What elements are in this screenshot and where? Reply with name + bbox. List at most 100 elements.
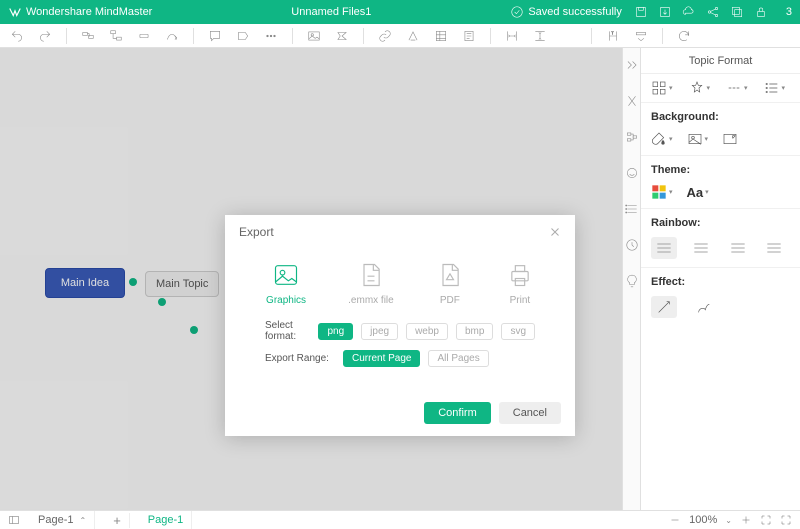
rainbow-opt-3[interactable]	[725, 237, 751, 259]
format-bmp[interactable]: bmp	[456, 323, 493, 340]
print-icon	[506, 261, 534, 289]
status-bar: Page-1 ⌃ + Page-1 100% ⌄	[0, 510, 800, 529]
outline-icon[interactable]	[8, 514, 20, 526]
link-icon[interactable]	[378, 29, 392, 43]
spacing-h-icon[interactable]	[505, 29, 519, 43]
export-tab-graphics[interactable]: Graphics	[266, 261, 306, 306]
watermark-icon[interactable]	[722, 131, 738, 147]
rainbow-opt-2[interactable]	[688, 237, 714, 259]
dropdown-icon[interactable]	[634, 29, 648, 43]
export-icon[interactable]	[658, 5, 672, 19]
page-selector[interactable]: Page-1 ⌃	[30, 511, 95, 529]
relation-icon[interactable]	[165, 29, 179, 43]
background-label: Background:	[651, 111, 790, 123]
notify-badge[interactable]: 3	[786, 6, 792, 18]
tag-icon[interactable]	[236, 29, 250, 43]
side-tabs	[622, 48, 640, 510]
note-icon[interactable]	[462, 29, 476, 43]
theme-label: Theme:	[651, 164, 790, 176]
close-icon[interactable]	[549, 226, 561, 238]
cancel-button[interactable]: Cancel	[499, 402, 561, 424]
modal-title: Export	[239, 225, 274, 239]
formula-icon[interactable]	[335, 29, 349, 43]
range-all[interactable]: All Pages	[428, 350, 488, 367]
list-dropdown[interactable]: ▾	[764, 80, 786, 96]
document-title: Unnamed Files1	[152, 6, 510, 18]
collapse-icon[interactable]	[625, 58, 639, 72]
format-png[interactable]: png	[318, 323, 353, 340]
cloud-icon[interactable]	[682, 5, 696, 19]
theme-font-dropdown[interactable]: Aa▾	[687, 185, 709, 200]
effect-handdrawn[interactable]	[691, 296, 717, 318]
format-webp[interactable]: webp	[406, 323, 448, 340]
pdf-icon	[436, 261, 464, 289]
clipart-icon[interactable]	[625, 202, 639, 216]
rainbow-opt-4[interactable]	[761, 237, 787, 259]
app-name: Wondershare MindMaster	[26, 6, 152, 18]
logo-icon	[8, 5, 22, 19]
zoom-level: 100%	[689, 514, 717, 526]
file-icon	[357, 261, 385, 289]
svg-text:T: T	[611, 30, 614, 35]
rainbow-label: Rainbow:	[651, 217, 790, 229]
spacing-v-icon[interactable]	[533, 29, 547, 43]
more-icon[interactable]	[264, 29, 278, 43]
table-icon[interactable]	[434, 29, 448, 43]
theme-color-icon	[651, 184, 667, 200]
refresh-icon[interactable]	[677, 29, 691, 43]
copy-icon[interactable]	[730, 5, 744, 19]
right-panel: Topic Format ▾ ▾ ▾ ▾ Background: ▾ ▾ The…	[640, 48, 800, 510]
page-tab-1[interactable]: Page-1	[140, 511, 192, 529]
bg-image-dropdown[interactable]: ▾	[687, 131, 709, 147]
rearrange-icon[interactable]	[625, 130, 639, 144]
check-icon	[510, 5, 524, 19]
effect-sketch[interactable]	[651, 296, 677, 318]
toolbar: T	[0, 24, 800, 48]
layout-dropdown[interactable]: ▾	[651, 80, 673, 96]
effect-label: Effect:	[651, 276, 790, 288]
topic-icon[interactable]	[81, 29, 95, 43]
redo-icon[interactable]	[38, 29, 52, 43]
export-modal: Export Graphics .emmx file PDF Print	[225, 215, 575, 436]
fit-icon[interactable]	[760, 514, 772, 526]
theme-color-dropdown[interactable]: ▾	[651, 184, 673, 200]
zoom-in-icon[interactable]	[740, 514, 752, 526]
icons-icon[interactable]	[625, 166, 639, 180]
rainbow-opt-1[interactable]	[651, 237, 677, 259]
width-icon[interactable]: T	[606, 29, 620, 43]
save-icon[interactable]	[634, 5, 648, 19]
floating-icon[interactable]	[137, 29, 151, 43]
zoom-out-icon[interactable]	[669, 514, 681, 526]
export-tab-pdf[interactable]: PDF	[436, 261, 464, 306]
panel-title: Topic Format	[641, 48, 800, 74]
bg-fill-dropdown[interactable]: ▾	[651, 131, 673, 147]
style-dropdown[interactable]: ▾	[689, 80, 711, 96]
range-current[interactable]: Current Page	[343, 350, 420, 367]
select-format-label: Select format:	[265, 320, 310, 342]
comment-icon[interactable]	[208, 29, 222, 43]
share-icon[interactable]	[706, 5, 720, 19]
export-tab-emmx[interactable]: .emmx file	[348, 261, 394, 306]
format-icon[interactable]	[625, 94, 639, 108]
undo-icon[interactable]	[10, 29, 24, 43]
title-bar: Wondershare MindMaster Unnamed Files1 Sa…	[0, 0, 800, 24]
graphics-icon	[272, 261, 300, 289]
history-icon[interactable]	[625, 238, 639, 252]
confirm-button[interactable]: Confirm	[424, 402, 491, 424]
border-dropdown[interactable]: ▾	[726, 80, 748, 96]
export-tab-print[interactable]: Print	[506, 261, 534, 306]
hint-icon[interactable]	[625, 274, 639, 288]
app-logo: Wondershare MindMaster	[8, 5, 152, 19]
lock-icon[interactable]	[754, 5, 768, 19]
add-page-button[interactable]: +	[105, 513, 130, 528]
chevron-up-icon: ⌃	[79, 516, 86, 525]
export-range-label: Export Range:	[265, 353, 335, 364]
clear-icon[interactable]	[406, 29, 420, 43]
save-status: Saved successfully	[528, 6, 622, 18]
image-icon[interactable]	[307, 29, 321, 43]
subtopic-icon[interactable]	[109, 29, 123, 43]
format-svg[interactable]: svg	[501, 323, 535, 340]
fullscreen-icon[interactable]	[780, 514, 792, 526]
chevron-down-icon[interactable]: ⌄	[725, 516, 732, 525]
format-jpeg[interactable]: jpeg	[361, 323, 398, 340]
